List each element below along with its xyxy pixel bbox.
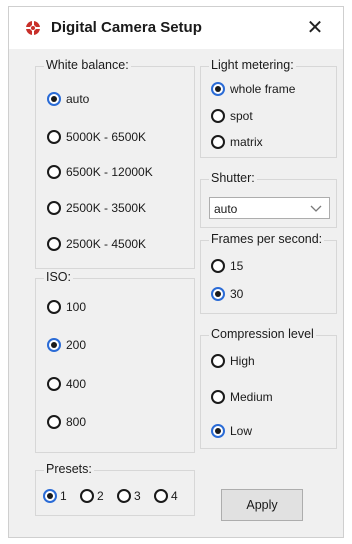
- preset-option-2[interactable]: 2: [80, 489, 104, 503]
- title-bar: Digital Camera Setup ✕: [9, 7, 343, 49]
- light-metering-group: Light metering: whole frame spot matrix: [200, 58, 337, 158]
- radio-unchecked-icon: [211, 354, 225, 368]
- radio-unchecked-icon: [117, 489, 131, 503]
- iso-option-200[interactable]: 200: [47, 338, 86, 352]
- shutter-dropdown[interactable]: auto: [209, 197, 330, 219]
- radio-label: 400: [66, 377, 87, 391]
- radio-unchecked-icon: [47, 415, 61, 429]
- radio-unchecked-icon: [211, 135, 225, 149]
- window-title: Digital Camera Setup: [51, 19, 202, 36]
- radio-label: 200: [66, 338, 87, 352]
- white-balance-option-5000k-6500k[interactable]: 5000K - 6500K: [47, 130, 146, 144]
- white-balance-group: White balance: auto 5000K - 6500K 6500K …: [35, 58, 195, 269]
- radio-label: 1: [60, 489, 67, 503]
- iso-group: ISO: 100 200 400 800: [35, 270, 195, 453]
- radio-label: 6500K - 12000K: [66, 165, 153, 179]
- dialog-window: Digital Camera Setup ✕ White balance: au…: [8, 6, 344, 538]
- light-metering-option-spot[interactable]: spot: [211, 109, 253, 123]
- shutter-group: Shutter: auto: [200, 171, 337, 228]
- fps-option-30[interactable]: 30: [211, 287, 243, 301]
- radio-checked-icon: [47, 92, 61, 106]
- radio-label: 3: [134, 489, 141, 503]
- radio-label: Medium: [230, 390, 273, 404]
- apply-button[interactable]: Apply: [221, 489, 303, 521]
- iso-option-400[interactable]: 400: [47, 377, 86, 391]
- radio-label: 2500K - 3500K: [66, 201, 147, 215]
- radio-unchecked-icon: [80, 489, 94, 503]
- light-metering-label: Light metering:: [209, 58, 296, 72]
- radio-label: 2: [97, 489, 104, 503]
- radio-label: 15: [230, 259, 244, 273]
- presets-group: Presets: 1 2 3 4: [35, 462, 195, 516]
- radio-label: Low: [230, 424, 253, 438]
- compression-option-high[interactable]: High: [211, 354, 255, 368]
- shutter-dropdown-value: auto: [214, 202, 238, 216]
- preset-option-1[interactable]: 1: [43, 489, 67, 503]
- compression-option-medium[interactable]: Medium: [211, 390, 273, 404]
- preset-option-3[interactable]: 3: [117, 489, 141, 503]
- radio-unchecked-icon: [47, 165, 61, 179]
- white-balance-label: White balance:: [44, 58, 131, 72]
- light-metering-option-matrix[interactable]: matrix: [211, 135, 263, 149]
- iso-option-100[interactable]: 100: [47, 300, 86, 314]
- radio-checked-icon: [47, 338, 61, 352]
- fps-label: Frames per second:: [209, 232, 325, 246]
- fps-option-15[interactable]: 15: [211, 259, 243, 273]
- radio-checked-icon: [211, 424, 225, 438]
- preset-option-4[interactable]: 4: [154, 489, 178, 503]
- radio-checked-icon: [211, 82, 225, 96]
- radio-label: matrix: [230, 135, 263, 149]
- presets-label: Presets:: [44, 462, 94, 476]
- radio-label: spot: [230, 109, 253, 123]
- compression-option-low[interactable]: Low: [211, 424, 252, 438]
- chevron-down-icon: [310, 205, 322, 212]
- iso-label: ISO:: [44, 270, 74, 284]
- white-balance-option-2500k-3500k[interactable]: 2500K - 3500K: [47, 201, 146, 215]
- radio-unchecked-icon: [47, 130, 61, 144]
- light-metering-option-whole-frame[interactable]: whole frame: [211, 82, 295, 96]
- white-balance-option-2500k-4500k[interactable]: 2500K - 4500K: [47, 237, 146, 251]
- radio-unchecked-icon: [47, 377, 61, 391]
- camera-app-icon: [26, 21, 40, 35]
- radio-checked-icon: [211, 287, 225, 301]
- radio-unchecked-icon: [47, 300, 61, 314]
- radio-unchecked-icon: [211, 390, 225, 404]
- white-balance-option-6500k-12000k[interactable]: 6500K - 12000K: [47, 165, 153, 179]
- compression-group: Compression level High Medium Low: [200, 327, 337, 449]
- radio-checked-icon: [43, 489, 57, 503]
- radio-unchecked-icon: [47, 237, 61, 251]
- radio-unchecked-icon: [47, 201, 61, 215]
- radio-label: 800: [66, 415, 87, 429]
- radio-label: 100: [66, 300, 87, 314]
- radio-label: High: [230, 354, 255, 368]
- radio-label: whole frame: [230, 82, 296, 96]
- radio-unchecked-icon: [154, 489, 168, 503]
- radio-label: 4: [171, 489, 178, 503]
- radio-unchecked-icon: [211, 259, 225, 273]
- fps-group: Frames per second: 15 30: [200, 232, 337, 314]
- white-balance-option-auto[interactable]: auto: [47, 92, 89, 106]
- radio-unchecked-icon: [211, 109, 225, 123]
- radio-label: 5000K - 6500K: [66, 130, 147, 144]
- iso-option-800[interactable]: 800: [47, 415, 86, 429]
- radio-label: 2500K - 4500K: [66, 237, 147, 251]
- close-icon[interactable]: ✕: [301, 14, 329, 42]
- radio-label: auto: [66, 92, 90, 106]
- compression-label: Compression level: [209, 327, 316, 341]
- shutter-label: Shutter:: [209, 171, 257, 185]
- radio-label: 30: [230, 287, 244, 301]
